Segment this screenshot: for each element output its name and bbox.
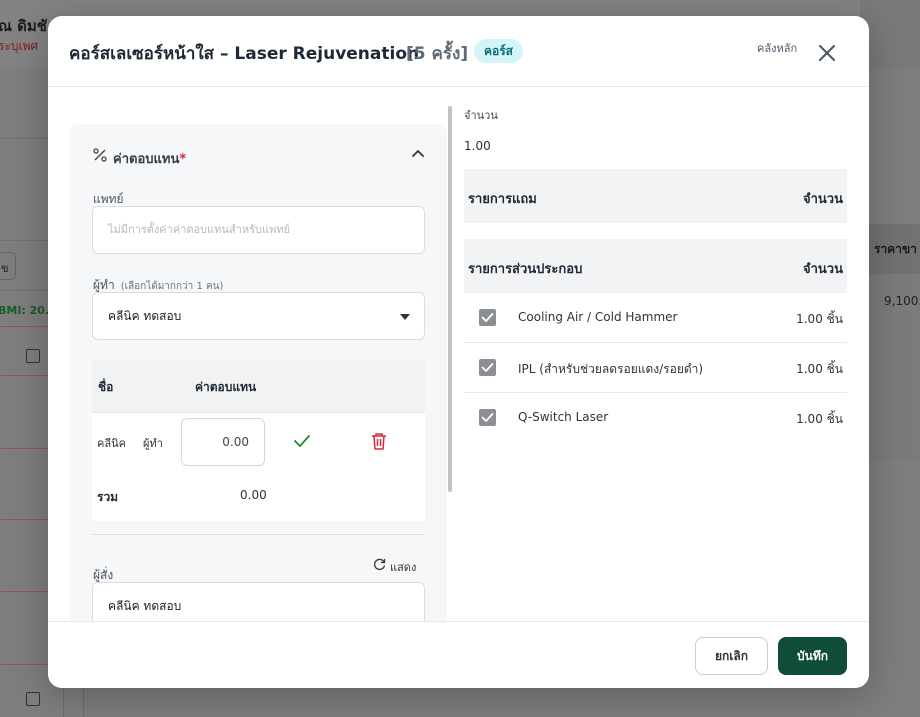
save-button[interactable]: บันทึก — [778, 637, 847, 675]
check-icon[interactable] — [293, 434, 311, 448]
components-header: รายการส่วนประกอบ — [468, 262, 583, 277]
performer-hint: (เลือกได้มากกว่า 1 คน) — [120, 281, 224, 292]
commission-amount-input[interactable]: 0.00 — [181, 418, 265, 466]
bg-chip: ข — [0, 252, 16, 280]
qty-label: จำนวน — [464, 109, 498, 122]
show-link[interactable]: แสดง — [390, 558, 416, 576]
commission-title-label: ค่าตอบแทน — [113, 152, 180, 167]
col-amount: ค่าตอบแทน — [195, 380, 257, 394]
left-scrollbar[interactable] — [448, 106, 452, 492]
commission-section-title: ค่าตอบแทน* — [113, 148, 186, 169]
checkbox-checked-icon[interactable] — [479, 309, 496, 326]
freebie-table-header: รายการแถม จำนวน — [464, 169, 847, 223]
commission-card: ค่าตอบแทน* แพทย์ ไม่มีการตั้งค่าค่าตอบแท… — [70, 124, 447, 621]
refresh-icon[interactable] — [373, 558, 386, 571]
modal-title: คอร์สเลเซอร์หน้าใส – Laser Rejuvenation — [69, 44, 420, 64]
row-role: ผู้ทำ — [143, 437, 163, 450]
component-name: IPL (สำหรับช่วยลดรอยแดง/รอยดำ) — [518, 362, 704, 376]
orderer-value: คลีนิค ทดสอบ — [108, 599, 182, 613]
divider — [92, 534, 425, 535]
warehouse-link[interactable]: คลังหลัก — [757, 39, 797, 57]
cancel-button[interactable]: ยกเลิก — [695, 637, 768, 675]
chevron-up-icon[interactable] — [411, 147, 425, 161]
freebie-header: รายการแถม — [468, 192, 537, 207]
course-modal: คอร์สเลเซอร์หน้าใส – Laser Rejuvenation … — [48, 16, 869, 688]
edit-icon — [26, 349, 40, 363]
edit-icon — [26, 692, 40, 706]
row-name: คลีนิค — [97, 437, 126, 450]
component-name: Cooling Air / Cold Hammer — [518, 310, 678, 324]
bg-price-cell: 9,100.0 — [866, 274, 920, 460]
performer-select[interactable]: คลีนิค ทดสอบ — [92, 292, 425, 340]
percent-icon — [93, 148, 107, 162]
commission-table-header: ชื่อ ค่าตอบแทน — [92, 360, 425, 413]
sum-label: รวม — [97, 490, 119, 504]
modal-footer: ยกเลิก บันทึก — [48, 621, 869, 688]
modal-body: ค่าตอบแทน* แพทย์ ไม่มีการตั้งค่าค่าตอบแท… — [48, 87, 869, 621]
col-name: ชื่อ — [98, 380, 114, 394]
sum-value: 0.00 — [240, 488, 267, 502]
freebie-qty-header: จำนวน — [803, 192, 843, 207]
component-qty: 1.00 ชิ้น — [796, 362, 843, 376]
components-table-header: รายการส่วนประกอบ จำนวน — [464, 239, 847, 293]
components-qty-header: จำนวน — [803, 262, 843, 277]
bg-rightbar — [860, 0, 920, 68]
doctor-input[interactable]: ไม่มีการตั้งค่าค่าตอบแทนสำหรับแพทย์ — [92, 206, 425, 254]
close-icon[interactable] — [816, 42, 838, 64]
component-qty: 1.00 ชิ้น — [796, 412, 843, 426]
performer-select-value: คลีนิค ทดสอบ — [108, 309, 182, 323]
checkbox-checked-icon[interactable] — [479, 409, 496, 426]
bg-patient-sub: ระบุเพศ — [0, 39, 39, 53]
course-badge: คอร์ส — [474, 39, 524, 63]
bg-chip-label: ข — [1, 262, 9, 275]
component-qty: 1.00 ชิ้น — [796, 312, 843, 326]
component-row: Q-Switch Laser 1.00 ชิ้น — [464, 393, 847, 443]
component-row: IPL (สำหรับช่วยลดรอยแดง/รอยดำ) 1.00 ชิ้น — [464, 343, 847, 393]
modal-title-count: [5 ครั้ง] — [406, 44, 469, 64]
commission-table: ชื่อ ค่าตอบแทน คลีนิค ผู้ทำ 0.00 รวม 0.0… — [92, 360, 425, 521]
performer-label-text: ผู้ทำ — [93, 278, 115, 292]
checkbox-checked-icon[interactable] — [479, 359, 496, 376]
component-name: Q-Switch Laser — [518, 410, 609, 424]
component-row: Cooling Air / Cold Hammer 1.00 ชิ้น — [464, 293, 847, 343]
modal-header: คอร์สเลเซอร์หน้าใส – Laser Rejuvenation … — [48, 16, 869, 87]
bg-patient-name: ณ ดิมชั — [0, 17, 47, 35]
chevron-down-icon — [400, 314, 410, 320]
bg-price-header: ราคาขา — [866, 224, 920, 274]
qty-value: 1.00 — [464, 139, 491, 153]
trash-icon[interactable] — [371, 432, 387, 450]
required-mark: * — [179, 152, 187, 167]
orderer-input[interactable]: คลีนิค ทดสอบ — [92, 582, 425, 621]
